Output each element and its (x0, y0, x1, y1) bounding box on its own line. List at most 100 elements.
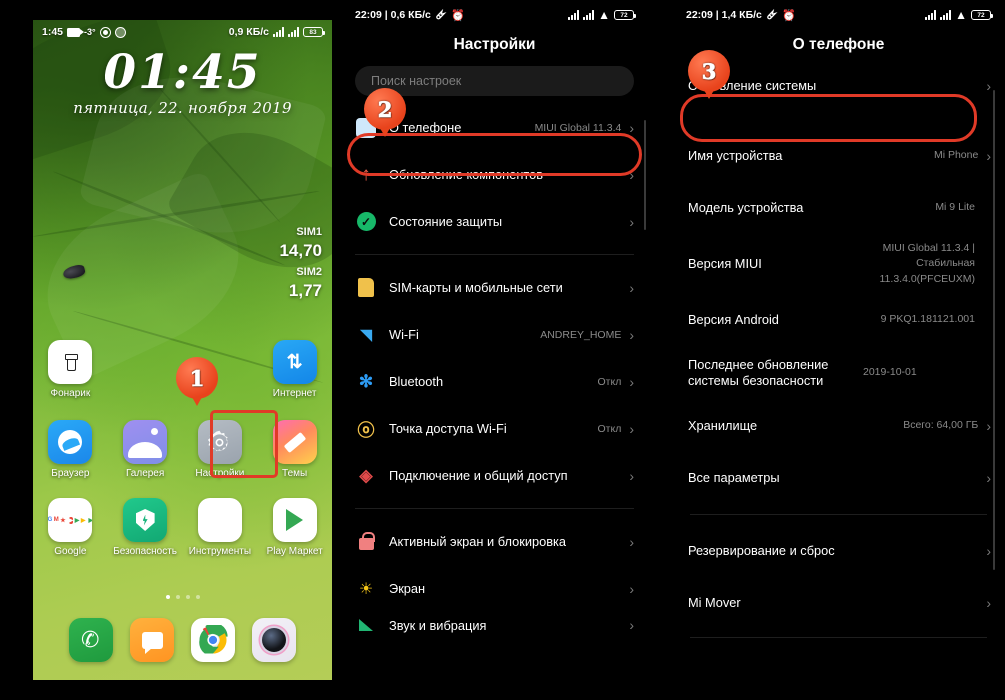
phone-about-screen: 22:09 | 1,4 КБ/c 🜸 ⏰ ▲ 72 О телефоне Обн… (672, 0, 1005, 700)
gallery-icon (123, 420, 168, 464)
settings-item-security-status[interactable]: ✓ Состояние защиты › (341, 198, 648, 245)
bluetooth-icon: ✻ (358, 371, 374, 391)
divider (355, 254, 634, 255)
about-item-android-version: Версия Android 9 PKQ1.181121.001 (672, 294, 1005, 346)
google-folder-icon: G M ★ ▶ ▶ ▶ ▶ (48, 498, 93, 542)
step-badge-3: 3 (688, 50, 730, 92)
update-arrow-icon: ↑ (361, 164, 371, 185)
home-wallpaper: 1:45 -3° 0,9 КБ/c 83 01:45 пятница, 22. … (33, 20, 332, 680)
app-label: Фонарик (50, 388, 91, 399)
app-google-folder[interactable]: G M ★ ▶ ▶ ▶ ▶ Google (33, 498, 108, 557)
clock-time: 01:45 (103, 45, 262, 100)
battery-icon: 72 (614, 10, 636, 20)
app-label: Google (54, 546, 87, 557)
settings-group-3: Активный экран и блокировка › ☀ Экран › … (341, 518, 648, 638)
app-label: Инструменты (188, 546, 252, 557)
item-label: Состояние защиты (389, 214, 503, 229)
phone-icon[interactable]: ✆ (69, 618, 113, 662)
about-info-list: Имя устройства Mi Phone › Модель устройс… (672, 130, 1005, 504)
sim2-label: SIM2 (296, 266, 322, 278)
about-item-device-name[interactable]: Имя устройства Mi Phone › (672, 130, 1005, 182)
chevron-right-icon: › (629, 373, 634, 390)
brightness-icon: ☀ (358, 580, 374, 598)
divider (690, 514, 987, 515)
item-label: Все параметры (688, 470, 780, 485)
app-internet[interactable]: ⇅ Интернет (257, 340, 332, 399)
screenshot-stage: 1:45 -3° 0,9 КБ/c 83 01:45 пятница, 22. … (0, 0, 1005, 700)
item-label: Версия MIUI (688, 256, 762, 271)
app-browser[interactable]: Браузер (33, 420, 108, 479)
item-label: Модель устройства (688, 200, 804, 215)
item-label: Имя устройства (688, 148, 783, 163)
item-label: Bluetooth (389, 374, 444, 389)
app-label: Браузер (51, 468, 90, 479)
share-connection-icon: ◈ (359, 465, 373, 485)
chevron-right-icon: › (629, 326, 634, 343)
video-camera-icon (67, 27, 85, 37)
battery-icon: 83 (303, 27, 325, 37)
settings-item-sound[interactable]: Звук и вибрация › (341, 612, 648, 638)
clock-widget: 01:45 пятница, 22. ноября 2019 (33, 45, 332, 118)
settings-item-display[interactable]: ☀ Экран › (341, 565, 648, 612)
sim-balance-widget[interactable]: SIM1 14,70 SIM2 1,77 (279, 226, 322, 306)
search-placeholder: Поиск настроек (371, 74, 462, 88)
chevron-right-icon: › (629, 420, 634, 437)
settings-item-component-update[interactable]: ↑ Обновление компонентов › (341, 151, 648, 198)
item-value: Всего: 64,00 ГБ (903, 419, 979, 432)
app-spacer-1 (108, 340, 183, 399)
about-item-all-specs[interactable]: Все параметры › (672, 452, 1005, 504)
settings-item-hotspot[interactable]: ⓞ Точка доступа Wi-Fi Откл › (341, 405, 648, 452)
tools-folder-icon (197, 498, 242, 542)
settings-item-bluetooth[interactable]: ✻ Bluetooth Откл › (341, 358, 648, 405)
item-value: ANDREY_HOME (540, 328, 622, 341)
app-settings[interactable]: Настройки (183, 420, 258, 479)
chevron-right-icon: › (986, 418, 991, 434)
signal-bars-sim2-icon (583, 10, 595, 20)
lock-icon (353, 529, 379, 555)
temperature-indicator: -3° (84, 27, 96, 37)
app-tools-folder[interactable]: Инструменты (183, 498, 258, 557)
about-item-backup-reset[interactable]: Резервирование и сброс › (672, 525, 1005, 577)
themes-icon (272, 420, 317, 464)
about-item-mi-mover[interactable]: Mi Mover › (672, 577, 1005, 629)
settings-item-sim-cards[interactable]: SIM-карты и мобильные сети › (341, 264, 648, 311)
chevron-right-icon: › (986, 543, 991, 559)
app-security[interactable]: Безопасность (108, 498, 183, 557)
chrome-icon[interactable] (191, 618, 235, 662)
internet-toggle-icon: ⇅ (272, 340, 317, 384)
step-badge-1: 1 (176, 357, 218, 399)
settings-item-wifi[interactable]: ◥ Wi-Fi ANDREY_HOME › (341, 311, 648, 358)
camera-icon[interactable] (252, 618, 296, 662)
chevron-right-icon: › (986, 78, 991, 94)
item-label: Версия Android (688, 312, 779, 327)
settings-gear-icon (197, 420, 242, 464)
app-torch[interactable]: Фонарик (33, 340, 108, 399)
item-label: Подключение и общий доступ (389, 468, 568, 483)
phone-home-screen: 1:45 -3° 0,9 КБ/c 83 01:45 пятница, 22. … (0, 0, 333, 700)
item-label: Хранилище (688, 418, 758, 433)
scrollbar[interactable] (644, 120, 646, 230)
settings-item-connection-sharing[interactable]: ◈ Подключение и общий доступ › (341, 452, 648, 499)
item-label: О телефоне (389, 120, 462, 135)
app-gallery[interactable]: Галерея (108, 420, 183, 479)
hotspot-icon: ⓞ (357, 421, 375, 440)
app-play-market[interactable]: Play Маркет (257, 498, 332, 557)
about-item-security-patch: Последнее обновление системы безопасност… (672, 346, 1005, 400)
chevron-right-icon: › (629, 580, 634, 597)
item-value: Откл (597, 375, 622, 388)
messages-icon[interactable] (130, 618, 174, 662)
about-item-storage[interactable]: Хранилище Всего: 64,00 ГБ › (672, 400, 1005, 452)
chevron-right-icon: › (629, 467, 634, 484)
scrollbar[interactable] (993, 90, 995, 570)
app-icon (114, 26, 126, 38)
item-label: Экран (389, 581, 426, 596)
home-app-row-2: G M ★ ▶ ▶ ▶ ▶ Google Безопасность Инстру… (33, 498, 332, 557)
app-themes[interactable]: Темы (257, 420, 332, 479)
app-label: Интернет (272, 388, 317, 399)
status-time: 1:45 (42, 26, 64, 38)
clock-date: пятница, 22. ноября 2019 (73, 99, 292, 118)
about-item-miui-version: Версия MIUI MIUI Global 11.3.4 | Стабиль… (672, 234, 1005, 294)
settings-item-lockscreen[interactable]: Активный экран и блокировка › (341, 518, 648, 565)
item-value: MIUI Global 11.3.4 | Стабильная 11.3.4.0… (879, 242, 976, 285)
divider (355, 508, 634, 509)
